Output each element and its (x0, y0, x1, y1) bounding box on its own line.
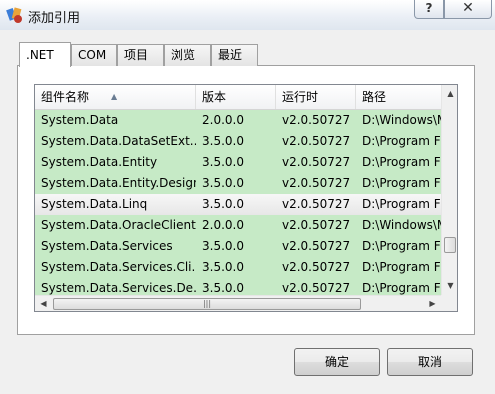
scrollbar-corner (441, 295, 457, 311)
tab-browse[interactable]: 浏览 (164, 44, 211, 66)
column-header-path[interactable]: 路径 (356, 85, 441, 109)
vertical-scrollbar[interactable]: ▲ ▼ (441, 85, 457, 295)
cell-path: D:\Program F (362, 239, 441, 253)
column-header-runtime[interactable]: 运行时 (276, 85, 356, 109)
cell-path: D:\Program F (362, 134, 441, 148)
app-icon (6, 7, 22, 23)
table-row[interactable]: System.Data.Entity 3.5.0.0 v2.0.50727 D:… (35, 152, 441, 173)
cell-runtime: v2.0.50727 (282, 218, 351, 232)
cell-name: System.Data.Linq (41, 197, 148, 211)
column-header-version[interactable]: 版本 (196, 85, 276, 109)
cell-path: D:\Program F (362, 176, 441, 190)
column-header-name[interactable]: 组件名称 ▲ (35, 85, 196, 109)
scroll-up-arrow-icon[interactable]: ▲ (442, 89, 457, 98)
cell-name: System.Data.Entity (41, 155, 158, 169)
cell-runtime: v2.0.50727 (282, 239, 351, 253)
cell-runtime: v2.0.50727 (282, 155, 351, 169)
cell-name: System.Data.Entity.Design (41, 176, 196, 190)
cell-name: System.Data.DataSetExt... (41, 134, 196, 148)
close-button[interactable]: ✕ (444, 0, 492, 19)
cell-runtime: v2.0.50727 (282, 176, 351, 190)
table-row-selected[interactable]: System.Data.Linq 3.5.0.0 v2.0.50727 D:\P… (35, 194, 441, 215)
cell-runtime: v2.0.50727 (282, 197, 351, 211)
column-header-name-label: 组件名称 (41, 90, 90, 104)
cell-path: D:\Program F (362, 155, 441, 169)
table-row[interactable]: System.Data 2.0.0.0 v2.0.50727 D:\Window… (35, 110, 441, 131)
table-row[interactable]: System.Data.DataSetExt... 3.5.0.0 v2.0.5… (35, 131, 441, 152)
window-title: 添加引用 (28, 11, 81, 26)
cell-version: 2.0.0.0 (202, 218, 244, 232)
vertical-scroll-thumb[interactable] (444, 237, 456, 253)
cancel-button[interactable]: 取消 (387, 348, 473, 376)
help-button[interactable]: ? (414, 0, 444, 19)
cell-name: System.Data (41, 113, 119, 127)
cell-path: D:\Program F (362, 260, 441, 274)
cell-version: 2.0.0.0 (202, 113, 244, 127)
scroll-right-arrow-icon[interactable]: ▶ (424, 299, 441, 308)
cell-path: D:\Windows\M (362, 218, 441, 232)
cell-version: 3.5.0.0 (202, 176, 244, 190)
horizontal-scrollbar[interactable]: ◀ ||| ▶ (35, 295, 441, 311)
cell-version: 3.5.0.0 (202, 134, 244, 148)
tab-recent[interactable]: 最近 (211, 44, 258, 66)
tab-projects[interactable]: 项目 (117, 44, 164, 66)
cell-runtime: v2.0.50727 (282, 134, 351, 148)
table-row[interactable]: System.Data.Services.Cli... 3.5.0.0 v2.0… (35, 257, 441, 278)
cell-runtime: v2.0.50727 (282, 260, 351, 274)
scroll-down-arrow-icon[interactable]: ▼ (442, 281, 457, 290)
cell-name: System.Data.OracleClient (41, 218, 196, 232)
cell-path: D:\Program F (362, 197, 441, 211)
list-header: 组件名称 ▲ 版本 运行时 路径 (35, 85, 441, 110)
title-bar: 添加引用 ? ✕ (0, 0, 495, 30)
cell-version: 3.5.0.0 (202, 197, 244, 211)
tab-com[interactable]: COM (71, 44, 117, 66)
horizontal-scroll-thumb[interactable]: ||| (53, 298, 361, 310)
scroll-left-arrow-icon[interactable]: ◀ (35, 299, 52, 308)
cell-version: 3.5.0.0 (202, 260, 244, 274)
cell-version: 3.5.0.0 (202, 239, 244, 253)
cell-name: System.Data.Services.Cli... (41, 260, 196, 274)
tab-net[interactable]: .NET (19, 42, 71, 67)
component-list[interactable]: 组件名称 ▲ 版本 运行时 路径 System.Data 2.0.0.0 v2.… (34, 84, 458, 312)
cell-runtime: v2.0.50727 (282, 113, 351, 127)
list-rows: System.Data 2.0.0.0 v2.0.50727 D:\Window… (35, 110, 441, 299)
cell-version: 3.5.0.0 (202, 155, 244, 169)
table-row[interactable]: System.Data.OracleClient 2.0.0.0 v2.0.50… (35, 215, 441, 236)
sort-ascending-icon: ▲ (111, 92, 118, 101)
table-row[interactable]: System.Data.Entity.Design 3.5.0.0 v2.0.5… (35, 173, 441, 194)
table-row[interactable]: System.Data.Services 3.5.0.0 v2.0.50727 … (35, 236, 441, 257)
cell-name: System.Data.Services (41, 239, 173, 253)
cell-path: D:\Windows\M (362, 113, 441, 127)
ok-button[interactable]: 确定 (294, 348, 380, 376)
